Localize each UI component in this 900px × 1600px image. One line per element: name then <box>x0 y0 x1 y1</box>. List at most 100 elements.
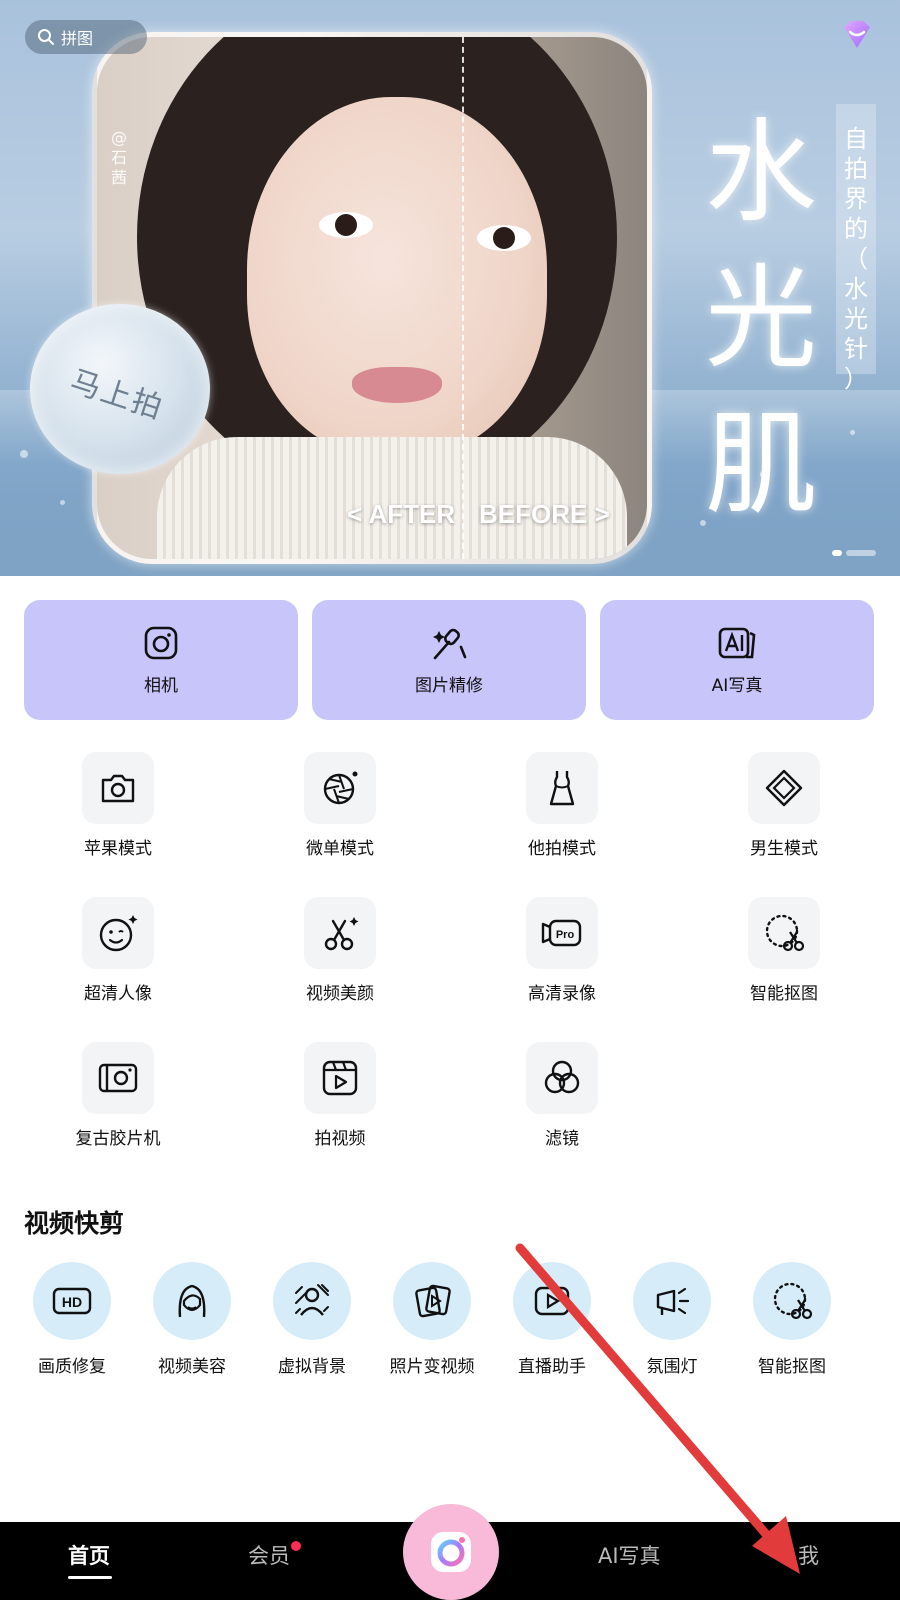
nav-active-indicator <box>68 1576 112 1579</box>
mode-hd-portrait[interactable]: 超清人像 <box>7 897 229 1004</box>
mode-label: 视频美颜 <box>306 984 374 1004</box>
video-tool-photo-to-video[interactable]: 照片变视频 <box>372 1262 492 1377</box>
video-tool-label: 虚拟背景 <box>278 1357 346 1377</box>
camera-tile[interactable]: 相机 <box>24 600 298 720</box>
video-tool-virtual-background[interactable]: 虚拟背景 <box>252 1262 372 1377</box>
mode-shoot-video[interactable]: 拍视频 <box>229 1042 451 1149</box>
slogan-char: 水 <box>844 275 868 303</box>
camera-square-icon <box>143 625 179 661</box>
video-tool-smart-cutout[interactable]: 智能抠图 <box>732 1262 852 1377</box>
video-tool-video-beauty[interactable]: 视频美容 <box>132 1262 252 1377</box>
lips <box>352 367 442 403</box>
comparison-divider <box>462 37 464 559</box>
video-tool-label: 视频美容 <box>158 1357 226 1377</box>
mode-smart-cutout[interactable]: 智能抠图 <box>673 897 895 1004</box>
mode-row: 超清人像 视频美颜 Pro 高清录像 智能抠图 <box>0 897 900 1042</box>
svg-text:Pro: Pro <box>556 929 575 941</box>
slogan-char: 的 <box>844 215 868 243</box>
video-tool-label: 画质修复 <box>38 1357 106 1377</box>
cutout-icon <box>753 1262 831 1340</box>
title-char: 肌 <box>705 400 817 530</box>
nav-home[interactable]: 首页 <box>68 1540 110 1570</box>
title-char: 水 <box>705 108 817 238</box>
vip-heart-icon[interactable] <box>840 18 874 52</box>
ambient-light-icon <box>633 1262 711 1340</box>
live-stream-icon <box>513 1262 591 1340</box>
center-camera-button[interactable] <box>403 1504 499 1600</box>
mode-hd-recording[interactable]: Pro 高清录像 <box>451 897 673 1004</box>
mode-row: 苹果模式 微单模式 他拍模式 男生模式 <box>0 752 900 897</box>
mode-row: 复古胶片机 拍视频 滤镜 <box>0 1042 900 1187</box>
video-clip-icon <box>304 1042 376 1114</box>
mode-label: 微单模式 <box>306 839 374 859</box>
film-camera-icon <box>82 1042 154 1114</box>
camera-icon <box>82 752 154 824</box>
diamond-icon <box>748 752 820 824</box>
photo-retouch-tile[interactable]: 图片精修 <box>312 600 586 720</box>
video-tool-label: 直播助手 <box>518 1357 586 1377</box>
video-tool-label: 照片变视频 <box>389 1357 475 1377</box>
filter-circles-icon <box>526 1042 598 1114</box>
mode-apple[interactable]: 苹果模式 <box>7 752 229 859</box>
photographer-watermark: @石茜 <box>110 128 127 187</box>
slogan-char: 针 <box>844 335 868 363</box>
slogan-char: 光 <box>844 305 868 333</box>
before-label: BEFORE > <box>479 499 610 529</box>
mode-video-beauty[interactable]: 视频美颜 <box>229 897 451 1004</box>
banner-title: 水 光 肌 <box>705 100 825 538</box>
nav-vip[interactable]: 会员 <box>248 1540 290 1570</box>
ai-portrait-icon <box>716 625 758 661</box>
video-tool-quality-repair[interactable]: HD 画质修复 <box>12 1262 132 1377</box>
smile-face-icon <box>82 897 154 969</box>
mode-others-shoot[interactable]: 他拍模式 <box>451 752 673 859</box>
slogan-char: ） <box>844 365 868 393</box>
mode-grid: 苹果模式 微单模式 他拍模式 男生模式 超清人像 视频美颜 Pro 高清录像 智… <box>0 752 900 1187</box>
pro-video-icon: Pro <box>526 897 598 969</box>
nav-me[interactable]: 我 <box>798 1540 819 1570</box>
search-bar[interactable]: 拼图 <box>25 20 147 54</box>
svg-text:HD: HD <box>62 1294 82 1310</box>
video-tool-ambient-light[interactable]: 氛围灯 <box>612 1262 732 1377</box>
hd-icon: HD <box>33 1262 111 1340</box>
carousel-dot-active <box>832 550 842 556</box>
before-after-photo: < AFTER BEFORE > <box>92 32 652 564</box>
scissors-sparkle-icon <box>304 897 376 969</box>
banner-slogan: 自 拍 界 的 （ 水 光 针 ） <box>836 124 876 394</box>
water-bubble <box>850 430 855 435</box>
mode-retro-film[interactable]: 复古胶片机 <box>7 1042 229 1149</box>
water-bubble <box>20 450 28 458</box>
mode-filter[interactable]: 滤镜 <box>451 1042 673 1149</box>
mode-label: 他拍模式 <box>528 839 596 859</box>
video-tool-live-assistant[interactable]: 直播助手 <box>492 1262 612 1377</box>
app-camera-logo-icon <box>431 1532 471 1572</box>
virtual-bg-icon <box>273 1262 351 1340</box>
left-eye <box>319 212 373 238</box>
dress-icon <box>526 752 598 824</box>
slogan-char: （ <box>844 245 868 273</box>
makeup-brush-icon <box>429 625 469 661</box>
hero-banner[interactable]: < AFTER BEFORE > @石茜 拼图 马上拍 水 光 肌 自 拍 界 … <box>0 0 900 576</box>
water-bubble <box>60 500 65 505</box>
nav-ai-portrait[interactable]: AI写真 <box>598 1540 661 1570</box>
woman-face-icon <box>153 1262 231 1340</box>
mode-male[interactable]: 男生模式 <box>673 752 895 859</box>
aperture-icon <box>304 752 376 824</box>
cutout-icon <box>748 897 820 969</box>
mode-label: 苹果模式 <box>84 839 152 859</box>
mode-mirrorless[interactable]: 微单模式 <box>229 752 451 859</box>
carousel-dot <box>846 550 876 556</box>
slogan-char: 界 <box>844 185 868 213</box>
slogan-char: 自 <box>844 125 868 153</box>
mode-label: 高清录像 <box>528 984 596 1004</box>
photo-retouch-tile-label: 图片精修 <box>415 675 483 696</box>
camera-tile-label: 相机 <box>144 675 178 696</box>
video-section-title: 视频快剪 <box>24 1209 125 1238</box>
ai-portrait-tile[interactable]: AI写真 <box>600 600 874 720</box>
mode-label: 超清人像 <box>84 984 152 1004</box>
right-eye <box>477 225 531 251</box>
carousel-indicator <box>832 550 876 556</box>
face-shape <box>247 97 547 457</box>
video-tools-row: HD 画质修复 视频美容 虚拟背景 照片变视频 直播助手 氛围灯 智能抠图 <box>0 1262 900 1382</box>
ai-portrait-tile-label: AI写真 <box>711 675 763 696</box>
search-icon <box>38 29 54 45</box>
